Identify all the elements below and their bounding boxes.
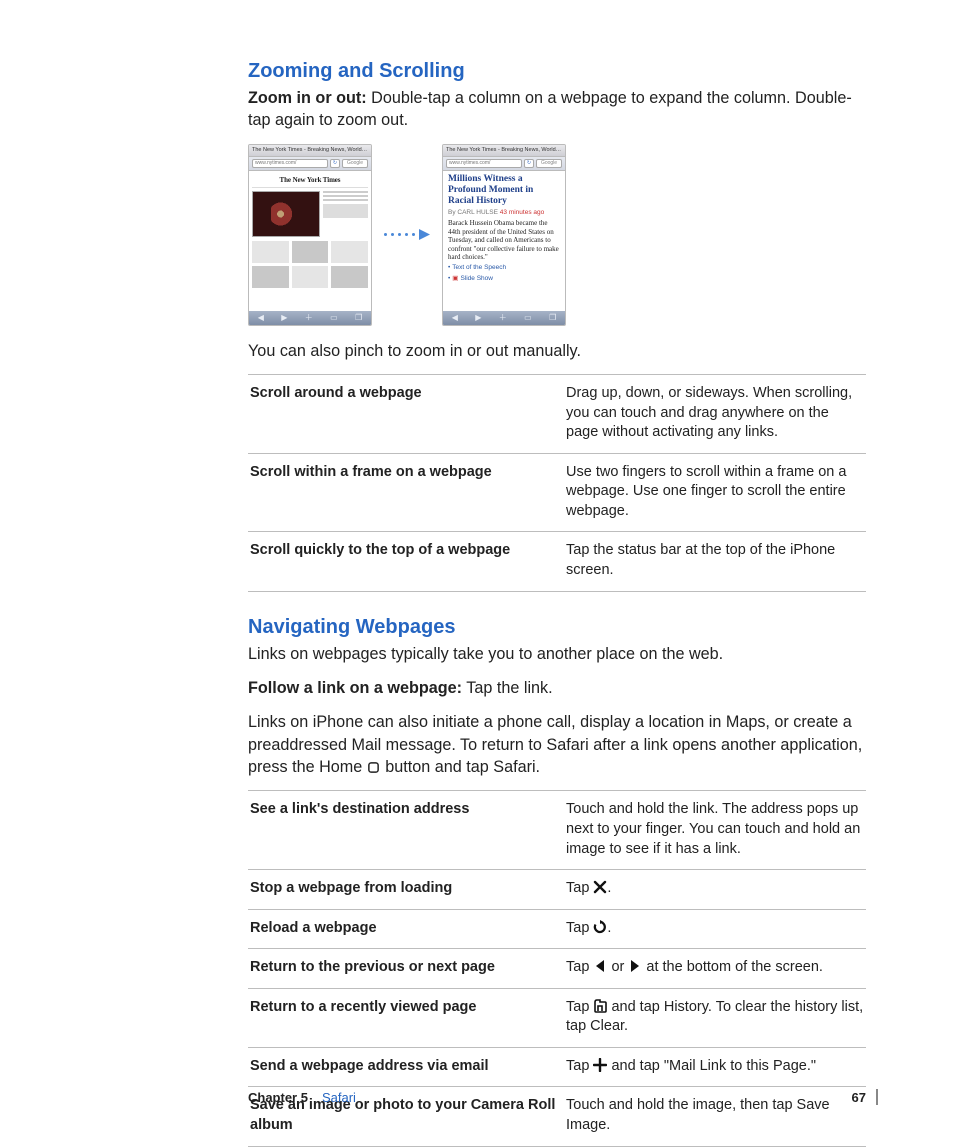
section-heading-navigating: Navigating Webpages (248, 616, 866, 639)
nav-para-2: Links on iPhone can also initiate a phon… (248, 711, 866, 778)
chapter-number: Chapter 5 (248, 1090, 308, 1105)
nav-intro-para: Links on webpages typically take you to … (248, 643, 866, 665)
zoom-arrow (384, 229, 430, 240)
url-field: www.nytimes.com/ (252, 159, 328, 168)
zoom-intro-para: Zoom in or out: Double-tap a column on a… (248, 87, 866, 132)
after-figure-para: You can also pinch to zoom in or out man… (248, 340, 866, 362)
table-row-label: Reload a webpage (248, 909, 564, 949)
forward-icon: ▶ (281, 313, 287, 322)
table-row-value: Tap or at the bottom of the screen. (564, 949, 866, 989)
table-row-label: Scroll around a webpage (248, 375, 564, 454)
table-row-label: Scroll within a frame on a webpage (248, 453, 564, 532)
nyt-masthead: The New York Times (252, 173, 368, 188)
phone-webpage: The New York Times (249, 171, 371, 311)
chapter-name: Safari (322, 1090, 356, 1105)
table-row: Scroll quickly to the top of a webpageTa… (248, 532, 866, 591)
phone-screenshot-zoomed: The New York Times - Breaking News, Worl… (442, 144, 566, 326)
table-row-value: Tap . (564, 909, 866, 949)
phone-screenshot-normal: The New York Times - Breaking News, Worl… (248, 144, 372, 326)
back-icon: ◀ (452, 313, 458, 322)
phone-titlebar: The New York Times - Breaking News, Worl… (249, 145, 371, 157)
page-number: 67 (852, 1090, 866, 1105)
plus-icon: ＋ (499, 312, 507, 323)
forward-icon (628, 959, 642, 973)
pages-icon: ❐ (549, 313, 556, 322)
table-row: Scroll within a frame on a webpageUse tw… (248, 453, 866, 532)
table-row: Scroll around a webpageDrag up, down, or… (248, 375, 866, 454)
bookmarks-icon (593, 999, 607, 1013)
phone-titlebar: The New York Times - Breaking News, Worl… (443, 145, 565, 157)
plus-icon: ＋ (305, 312, 313, 323)
table-row-label: See a link's destination address (248, 791, 564, 870)
nav-para-2-post: button and tap Safari. (381, 758, 540, 776)
arrow-right-icon (419, 229, 430, 240)
table-row-value: Tap . (564, 870, 866, 910)
phone-toolbar: ◀ ▶ ＋ ▭ ❐ (249, 311, 371, 325)
x-icon (593, 880, 607, 894)
article-link-text: • Text of the Speech (448, 264, 560, 271)
table-row-value: Drag up, down, or sideways. When scrolli… (564, 375, 866, 454)
article-link-slideshow: • ▣ Slide Show (448, 274, 560, 282)
table-row-label: Scroll quickly to the top of a webpage (248, 532, 564, 591)
reload-icon: ↻ (330, 159, 340, 168)
table-row-value: Use two fingers to scroll within a frame… (564, 453, 866, 532)
table-row-label: Stop a webpage from loading (248, 870, 564, 910)
plus-icon (593, 1058, 607, 1072)
table-row-label: Return to the previous or next page (248, 949, 564, 989)
phone-toolbar: ◀ ▶ ＋ ▭ ❐ (443, 311, 565, 325)
scrolling-table: Scroll around a webpageDrag up, down, or… (248, 374, 866, 592)
phone-url-bar: www.nytimes.com/ ↻ Google (443, 157, 565, 171)
nav-para-2-pre: Links on iPhone can also initiate a phon… (248, 713, 862, 776)
follow-rest: Tap the link. (462, 679, 553, 697)
table-row-value: Tap and tap History. To clear the histor… (564, 988, 866, 1047)
bookmarks-icon: ▭ (330, 313, 338, 322)
home-button-icon (367, 761, 381, 775)
follow-link-para: Follow a link on a webpage: Tap the link… (248, 677, 866, 699)
search-field: Google (536, 159, 562, 168)
back-icon: ◀ (258, 313, 264, 322)
table-row-value: Tap and tap "Mail Link to this Page." (564, 1047, 866, 1087)
reload-icon (593, 920, 607, 934)
page-footer: Chapter 5 Safari 67 (0, 1089, 954, 1105)
article-headline: Millions Witness a Profound Moment in Ra… (448, 174, 560, 207)
table-row: See a link's destination addressTouch an… (248, 791, 866, 870)
nyt-hero-photo (252, 191, 320, 237)
section-heading-zooming: Zooming and Scrolling (248, 60, 866, 83)
table-row: Return to the previous or next pageTap o… (248, 949, 866, 989)
phone-webpage-zoomed: Millions Witness a Profound Moment in Ra… (443, 171, 565, 311)
table-row-label: Send a webpage address via email (248, 1047, 564, 1087)
zoom-figure: The New York Times - Breaking News, Worl… (248, 144, 866, 326)
article-excerpt: Barack Hussein Obama became the 44th pre… (448, 219, 560, 261)
back-icon (593, 959, 607, 973)
reload-icon: ↻ (524, 159, 534, 168)
table-row: Send a webpage address via emailTap and … (248, 1047, 866, 1087)
footer-divider (876, 1089, 878, 1105)
follow-bold: Follow a link on a webpage: (248, 679, 462, 697)
table-row: Reload a webpageTap . (248, 909, 866, 949)
table-row: Return to a recently viewed pageTap and … (248, 988, 866, 1047)
table-row: Stop a webpage from loadingTap . (248, 870, 866, 910)
table-row-value: Tap the status bar at the top of the iPh… (564, 532, 866, 591)
url-field: www.nytimes.com/ (446, 159, 522, 168)
bookmarks-icon: ▭ (524, 313, 532, 322)
search-field: Google (342, 159, 368, 168)
forward-icon: ▶ (475, 313, 481, 322)
article-byline: By CARL HULSE 43 minutes ago (448, 209, 560, 216)
pages-icon: ❐ (355, 313, 362, 322)
table-row-label: Return to a recently viewed page (248, 988, 564, 1047)
zoom-lead-bold: Zoom in or out: (248, 89, 367, 107)
table-row-value: Touch and hold the link. The address pop… (564, 791, 866, 870)
phone-url-bar: www.nytimes.com/ ↻ Google (249, 157, 371, 171)
